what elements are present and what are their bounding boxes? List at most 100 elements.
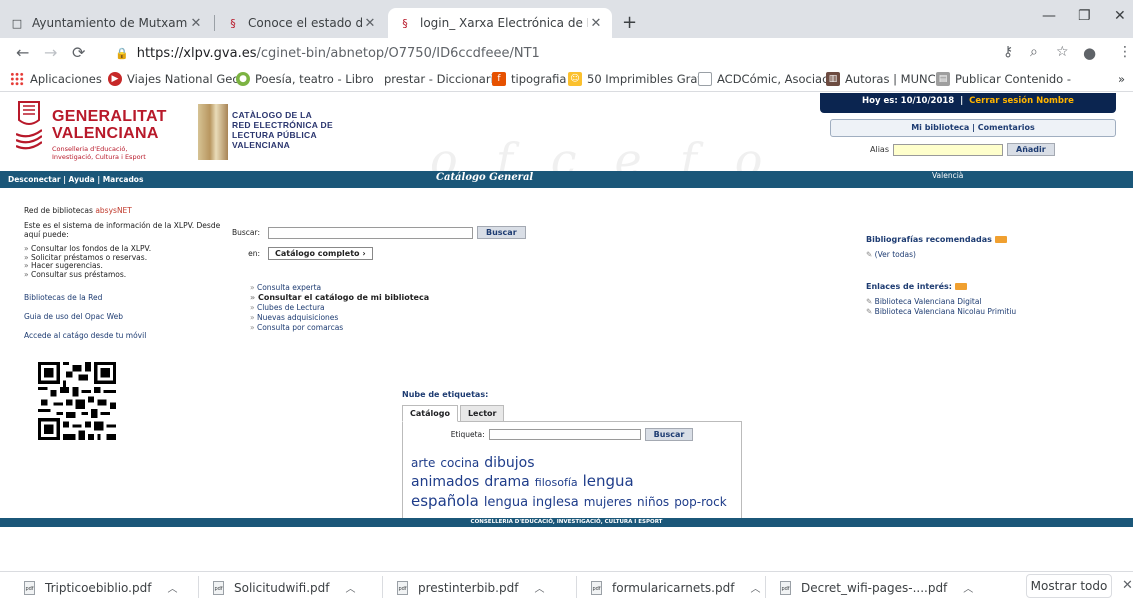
- browser-tab-1[interactable]: □ Ayuntamiento de Mutxamel ✕: [0, 8, 212, 38]
- my-library-bar[interactable]: Mi biblioteca | Comentarios: [830, 119, 1116, 137]
- new-tab-icon[interactable]: +: [622, 12, 637, 33]
- bookmark-acdcomic[interactable]: ACDCómic, Asociació: [698, 72, 839, 86]
- menu-icon[interactable]: ⋮: [1118, 44, 1132, 60]
- logout-link[interactable]: Cerrar sesión Nombre: [969, 96, 1074, 106]
- tab-strip: □ Ayuntamiento de Mutxamel ✕ § Conoce el…: [0, 0, 1133, 38]
- user-bar: Hoy es: 10/10/2018 | Cerrar sesión Nombr…: [820, 93, 1116, 113]
- chevron-up-icon[interactable]: ︿: [167, 580, 177, 595]
- tag-link[interactable]: niños: [637, 495, 669, 509]
- bookmark-prestar[interactable]: prestar - Diccionario: [384, 72, 501, 86]
- search-options-list: Consulta experta Consultar el catálogo d…: [250, 283, 429, 333]
- bookmark-imprimibles[interactable]: ☺ 50 Imprimibles Gratu: [568, 72, 709, 86]
- movil-link[interactable]: Accede al catágo desde tu móvil: [24, 331, 234, 340]
- tag-link[interactable]: pop-rock: [674, 495, 726, 509]
- munce-icon: ▥: [826, 72, 840, 86]
- option-clubes-lectura[interactable]: Clubes de Lectura: [250, 303, 429, 313]
- close-shelf-icon[interactable]: ✕: [1122, 578, 1133, 593]
- address-bar[interactable]: 🔒 https://xlpv.gva.es /cginet-bin/abneto…: [115, 42, 995, 64]
- tag-link[interactable]: drama: [484, 474, 529, 490]
- list-item: Consultar sus préstamos.: [24, 270, 234, 280]
- alias-input[interactable]: [893, 143, 1003, 156]
- link-bvnp[interactable]: Biblioteca Valenciana Nicolau Primitiu: [866, 307, 1017, 317]
- option-consulta-experta[interactable]: Consulta experta: [250, 283, 429, 293]
- lock-icon: 🔒: [115, 46, 129, 60]
- forward-icon[interactable]: →: [44, 43, 57, 62]
- ver-todas-link[interactable]: (Ver todas): [866, 250, 1016, 260]
- chevron-up-icon[interactable]: ︿: [345, 580, 355, 595]
- bookmarks-more-icon[interactable]: »: [1118, 72, 1125, 86]
- minimize-icon[interactable]: —: [1042, 8, 1056, 24]
- download-shelf: pdf Tripticoebiblio.pdf ︿ pdf Solicitudwifi…: [0, 571, 1133, 601]
- download-separator: [198, 576, 199, 598]
- bookmark-natgeo[interactable]: ▶ Viajes National Geog: [108, 72, 247, 86]
- bibliografias-heading[interactable]: Bibliografías recomendadas: [866, 235, 1016, 244]
- date-label: Hoy es: 10/10/2018: [862, 96, 955, 106]
- chevron-up-icon[interactable]: ︿: [750, 580, 760, 595]
- option-mi-biblioteca[interactable]: Consultar el catálogo de mi biblioteca: [250, 293, 429, 303]
- close-tab-icon[interactable]: ✕: [362, 16, 378, 31]
- account-icon[interactable]: ●: [1083, 44, 1096, 62]
- reload-icon[interactable]: ⟳: [72, 43, 85, 62]
- bibliotecas-link[interactable]: Bibliotecas de la Red: [24, 293, 234, 302]
- catalog-general-title: Catálogo General: [436, 172, 534, 183]
- tab-catalogo[interactable]: Catálogo: [402, 405, 458, 422]
- zoom-icon[interactable]: ⌕: [1030, 44, 1038, 60]
- tab-title: login_ Xarxa Electrónica de Lectu: [420, 16, 588, 30]
- download-item[interactable]: pdf Tripticoebiblio.pdf ︿: [24, 580, 177, 595]
- bookmark-tipografia[interactable]: f tipografia: [492, 72, 566, 86]
- catalog-logo[interactable]: CATÀLOGO DE LA RED ELECTRÓNICA DE LECTUR…: [198, 100, 373, 160]
- tag-link[interactable]: arte: [411, 456, 435, 470]
- chevron-up-icon[interactable]: ︿: [963, 580, 973, 595]
- bookmark-poesia[interactable]: ● Poesía, teatro - Libro: [236, 72, 374, 86]
- pdf-icon: pdf: [591, 580, 602, 595]
- bookmark-aplicaciones[interactable]: Aplicaciones: [10, 72, 102, 86]
- chevron-up-icon[interactable]: ︿: [534, 580, 544, 595]
- tag-cloud-section: Nube de etiquetas: Catálogo Lector Etiqu…: [402, 390, 742, 521]
- left-column: Red de bibliotecas absysNET Este es el s…: [24, 206, 234, 440]
- etiqueta-input[interactable]: [488, 429, 641, 440]
- search-input[interactable]: [268, 226, 473, 239]
- tag-link[interactable]: cocina: [440, 456, 479, 470]
- close-tab-icon[interactable]: ✕: [588, 16, 604, 31]
- bookmark-munce[interactable]: ▥ Autoras | MUNCE: [826, 72, 943, 86]
- search-button[interactable]: Buscar: [477, 226, 526, 239]
- key-icon[interactable]: ⚷: [1003, 44, 1013, 60]
- bookmark-publicar[interactable]: ▤ Publicar Contenido -: [936, 72, 1071, 86]
- close-tab-icon[interactable]: ✕: [188, 16, 204, 31]
- star-icon[interactable]: ☆: [1056, 44, 1069, 60]
- natgeo-icon: ▶: [108, 72, 122, 86]
- tag-cloud: arte cocina dibujos animados drama filosofía…: [411, 453, 733, 512]
- qr-code-icon[interactable]: [38, 361, 116, 441]
- browser-tab-2[interactable]: § Conoce el estado de tus préstam ✕: [216, 8, 386, 38]
- books-image: [198, 104, 228, 160]
- tag-link[interactable]: filosofía: [535, 476, 578, 489]
- restore-icon[interactable]: ❐: [1078, 8, 1091, 24]
- tag-link[interactable]: lengua inglesa: [484, 495, 579, 510]
- catalog-select-button[interactable]: Catálogo completo ›: [268, 247, 373, 260]
- download-item[interactable]: pdf Decret_wifi-pages-....pdf ︿: [780, 580, 973, 595]
- etiqueta-row: Etiqueta: Buscar: [411, 428, 733, 441]
- tab-lector[interactable]: Lector: [459, 405, 505, 422]
- browser-tab-3[interactable]: § login_ Xarxa Electrónica de Lectu ✕: [388, 8, 612, 38]
- close-window-icon[interactable]: ✕: [1114, 8, 1126, 24]
- bookmarks-bar: Aplicaciones ▶ Viajes National Geog ● Po…: [0, 68, 1133, 92]
- navbar-links[interactable]: Desconectar | Ayuda | Marcados: [8, 175, 143, 184]
- link-bvd[interactable]: Biblioteca Valenciana Digital: [866, 297, 1016, 307]
- search-area: Buscar: Buscar en: Catálogo completo ›: [232, 226, 526, 268]
- download-item[interactable]: pdf formularicarnets.pdf ︿: [591, 580, 760, 595]
- tag-link[interactable]: mujeres: [584, 495, 632, 509]
- generalitat-shield-icon: [16, 101, 42, 150]
- option-nuevas-adquisiciones[interactable]: Nuevas adquisiciones: [250, 313, 429, 323]
- back-icon[interactable]: ←: [16, 43, 29, 62]
- show-all-button[interactable]: Mostrar todo: [1026, 574, 1112, 598]
- page-icon: □: [11, 16, 23, 30]
- language-link[interactable]: Valencià: [932, 171, 963, 180]
- tag-cloud-title: Nube de etiquetas:: [402, 390, 489, 399]
- download-item[interactable]: pdf Solicitudwifi.pdf ︿: [213, 580, 355, 595]
- option-consulta-comarcas[interactable]: Consulta por comarcas: [250, 323, 429, 333]
- download-item[interactable]: pdf prestinterbib.pdf ︿: [397, 580, 544, 595]
- guia-link[interactable]: Guia de uso del Opac Web: [24, 312, 234, 321]
- add-button[interactable]: Añadir: [1007, 143, 1055, 156]
- etiqueta-search-button[interactable]: Buscar: [644, 428, 694, 441]
- features-list: Consultar los fondos de la XLPV. Solicit…: [24, 244, 234, 280]
